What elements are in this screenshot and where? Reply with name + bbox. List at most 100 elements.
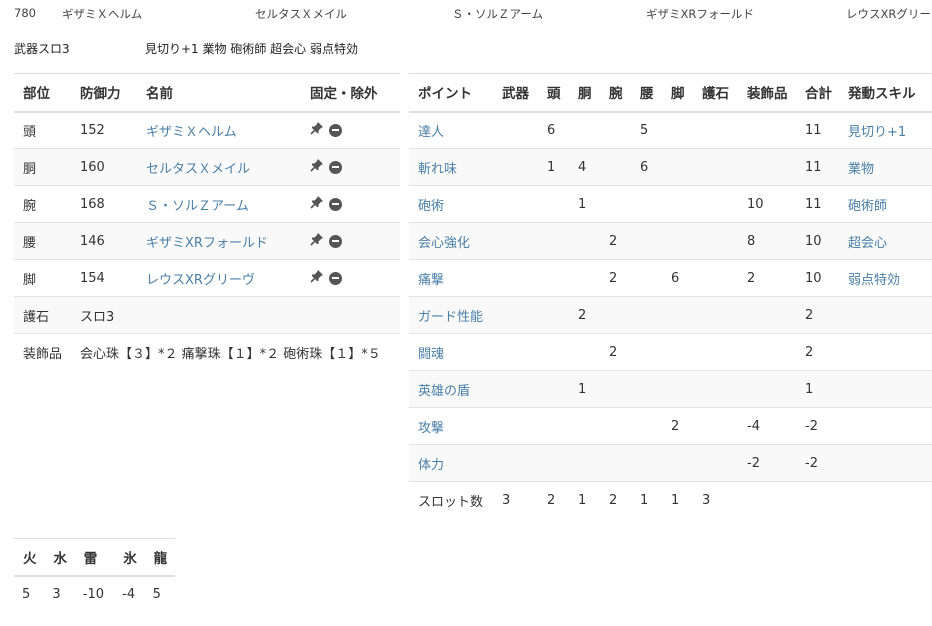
slot-waist: 1 — [631, 481, 662, 519]
points-cell-head — [538, 259, 569, 297]
activated-skill-link[interactable]: 見切り+1 — [848, 125, 906, 140]
points-cell-leg — [662, 370, 693, 408]
points-cell-total: 11 — [796, 148, 839, 186]
charm-value: スロ3 — [71, 296, 400, 334]
activated-skill-link[interactable]: 弱点特効 — [848, 273, 900, 288]
armor-part: 頭 — [14, 111, 71, 149]
points-cell-arm — [600, 370, 631, 408]
points-row: 会心強化 2 8 10 超会心 — [409, 222, 932, 260]
skill-point-link[interactable]: 闘魂 — [418, 347, 444, 362]
minus-circle-icon[interactable] — [329, 160, 342, 174]
minus-circle-icon[interactable] — [329, 123, 342, 137]
points-cell-deco: 10 — [738, 185, 796, 223]
minus-circle-icon[interactable] — [329, 271, 342, 285]
points-cell-body — [569, 444, 600, 482]
armor-name-link[interactable]: レウスXRグリーヴ — [146, 273, 255, 288]
points-row: 痛撃 2 6 2 10 弱点特効 — [409, 259, 932, 297]
header-dragon: 龍 — [144, 538, 175, 577]
header-total: 合計 — [796, 73, 839, 113]
minus-circle-icon[interactable] — [329, 234, 342, 248]
resist-dragon: 5 — [152, 586, 161, 602]
summary-body: セルタスＸメイル — [255, 7, 347, 21]
skill-point-link[interactable]: 攻撃 — [418, 421, 444, 436]
activated-skill-link[interactable]: 超会心 — [848, 236, 887, 251]
points-cell-leg — [662, 333, 693, 371]
points-cell-leg — [662, 148, 693, 186]
armor-name-link[interactable]: ギザミXRフォールド — [146, 236, 268, 251]
points-cell-body: 4 — [569, 148, 600, 186]
points-cell-waist — [631, 296, 662, 334]
armor-defense: 168 — [71, 185, 137, 223]
armor-table: 部位 防御力 名前 固定・除外 頭 152 ギザミＸヘルム 胴 160 セルタス… — [14, 73, 400, 371]
points-cell-charm — [693, 259, 738, 297]
points-cell-weapon — [493, 185, 538, 223]
points-cell-weapon — [493, 444, 538, 482]
points-cell-deco — [738, 111, 796, 149]
armor-defense: 146 — [71, 222, 137, 260]
skill-summary-line: 武器スロ3 見切り+1 業物 砲術師 超会心 弱点特効 — [14, 40, 358, 57]
decoration-label: 装飾品 — [14, 333, 71, 371]
points-cell-head — [538, 222, 569, 260]
skill-point-link[interactable]: 痛撃 — [418, 273, 444, 288]
points-cell-weapon — [493, 407, 538, 445]
points-cell-charm — [693, 296, 738, 334]
minus-circle-icon[interactable] — [329, 197, 342, 211]
pin-icon[interactable] — [310, 232, 325, 250]
points-cell-leg — [662, 185, 693, 223]
points-cell-waist — [631, 259, 662, 297]
resist-thunder: -10 — [82, 586, 104, 602]
summary-arm: Ｓ・ソルＺアーム — [452, 7, 543, 21]
pin-icon[interactable] — [310, 195, 325, 213]
points-cell-charm — [693, 148, 738, 186]
slot-count-row: スロット数 3 2 1 2 1 1 3 — [409, 481, 932, 519]
pin-icon[interactable] — [310, 121, 325, 139]
armor-name-link[interactable]: ギザミＸヘルム — [146, 125, 237, 140]
points-cell-leg: 2 — [662, 407, 693, 445]
armor-name-link[interactable]: セルタスＸメイル — [146, 162, 250, 177]
skill-point-link[interactable]: 会心強化 — [418, 236, 470, 251]
skill-point-link[interactable]: 体力 — [418, 458, 444, 473]
points-cell-deco — [738, 148, 796, 186]
header-water: 水 — [44, 538, 75, 577]
armor-table-header: 部位 防御力 名前 固定・除外 — [14, 73, 400, 113]
points-cell-arm — [600, 111, 631, 149]
points-cell-waist — [631, 333, 662, 371]
activated-skill-link[interactable]: 砲術師 — [848, 199, 887, 214]
points-cell-arm — [600, 148, 631, 186]
header-waist: 腰 — [631, 73, 662, 113]
skill-point-link[interactable]: 達人 — [418, 125, 444, 140]
points-cell-waist — [631, 222, 662, 260]
pin-icon[interactable] — [310, 158, 325, 176]
skill-point-link[interactable]: 斬れ味 — [418, 162, 457, 177]
decoration-value: 会心珠【３】*２ 痛撃珠【１】*２ 砲術珠【１】*５ — [71, 333, 400, 371]
weapon-slot-text: 武器スロ3 — [14, 42, 70, 56]
points-row: 英雄の盾 1 1 — [409, 370, 932, 408]
points-row: 斬れ味 1 4 6 11 業物 — [409, 148, 932, 186]
slot-head: 2 — [538, 481, 569, 519]
points-cell-charm — [693, 333, 738, 371]
points-cell-deco: 2 — [738, 259, 796, 297]
armor-name-link[interactable]: Ｓ・ソルＺアーム — [146, 199, 249, 214]
points-cell-body — [569, 407, 600, 445]
points-cell-arm — [600, 444, 631, 482]
charm-label: 護石 — [14, 296, 71, 334]
points-cell-total: 10 — [796, 259, 839, 297]
skill-point-link[interactable]: 英雄の盾 — [418, 384, 470, 399]
activated-skill-link[interactable]: 業物 — [848, 162, 874, 177]
pin-icon[interactable] — [310, 269, 325, 287]
skill-points-table: ポイント 武器 頭 胴 腕 腰 脚 護石 装飾品 合計 発動スキル 達人 6 5 11… — [409, 73, 932, 519]
summary-waist: ギザミXRフォールド — [646, 7, 754, 21]
skill-point-link[interactable]: 砲術 — [418, 199, 444, 214]
points-cell-body — [569, 333, 600, 371]
resist-ice: -4 — [122, 586, 136, 602]
points-row: 攻撃 2 -4 -2 — [409, 407, 932, 445]
header-head: 頭 — [538, 73, 569, 113]
skill-point-link[interactable]: ガード性能 — [418, 310, 483, 325]
armor-row: 腕 168 Ｓ・ソルＺアーム — [14, 185, 400, 223]
header-name: 名前 — [137, 73, 301, 113]
points-cell-waist — [631, 444, 662, 482]
summary-leg: レウスXRグリー — [846, 7, 931, 21]
activated-skills-text: 見切り+1 業物 砲術師 超会心 弱点特効 — [145, 42, 358, 56]
charm-row: 護石 スロ3 — [14, 296, 400, 334]
points-cell-body: 1 — [569, 370, 600, 408]
